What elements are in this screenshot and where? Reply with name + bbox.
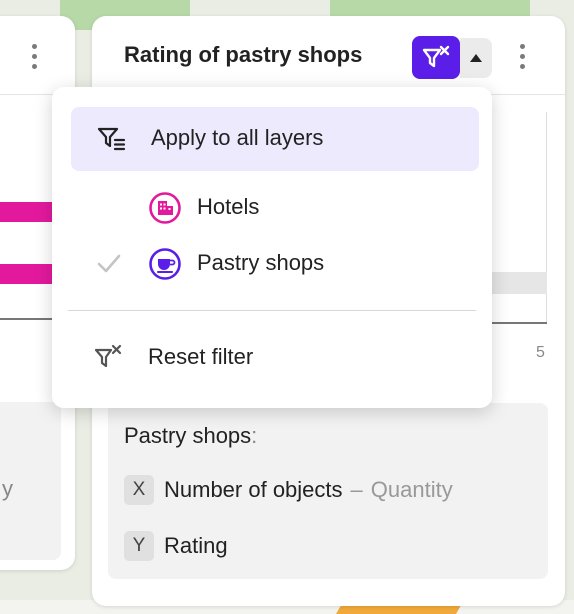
menu-item-label: Pastry shops bbox=[197, 250, 325, 275]
filter-remove-icon bbox=[94, 344, 122, 368]
check-icon bbox=[97, 254, 121, 273]
legend-panel: y bbox=[0, 402, 61, 560]
legend-layer-name: Pastry shops bbox=[124, 423, 252, 448]
menu-item-layer-hotels[interactable]: Hotels bbox=[52, 191, 492, 225]
x-axis-separator: – bbox=[350, 477, 363, 502]
filter-dropdown-toggle[interactable] bbox=[460, 38, 492, 78]
x-axis-label: Number of objects bbox=[164, 477, 343, 502]
y-axis-label: Rating bbox=[164, 533, 228, 558]
x-axis-aggregation: Quantity bbox=[370, 477, 453, 502]
hotel-icon bbox=[149, 192, 181, 224]
menu-item-reset-filter[interactable]: Reset filter bbox=[52, 342, 492, 376]
menu-item-label: Apply to all layers bbox=[151, 125, 324, 150]
legend-title: Pastry shops: bbox=[124, 423, 257, 449]
legend-colon: : bbox=[251, 423, 258, 448]
filter-remove-icon bbox=[422, 45, 450, 67]
x-axis-badge: X bbox=[124, 475, 154, 505]
chart-bar[interactable] bbox=[0, 264, 52, 284]
legend-x-row: X Number of objects – Quantity bbox=[124, 475, 453, 505]
chart-bar[interactable] bbox=[0, 202, 52, 222]
menu-item-label: Hotels bbox=[197, 194, 260, 219]
chart-x-axis bbox=[0, 318, 53, 320]
y-axis-badge: Y bbox=[124, 531, 154, 561]
legend-panel: Pastry shops: X Number of objects – Quan… bbox=[108, 403, 548, 579]
legend-text: y bbox=[2, 476, 13, 501]
dropdown-arrow-icon bbox=[470, 54, 482, 62]
filter-list-icon bbox=[97, 127, 126, 151]
menu-item-apply-all-layers[interactable]: Apply to all layers bbox=[71, 107, 479, 171]
kebab-menu-icon[interactable] bbox=[32, 44, 38, 69]
menu-divider bbox=[68, 310, 476, 311]
cup-icon bbox=[149, 248, 181, 280]
x-tick-label: 5 bbox=[536, 344, 545, 361]
legend-y-row: Y Rating bbox=[124, 531, 228, 561]
menu-item-label: Reset filter bbox=[148, 344, 254, 369]
filter-dropdown-menu: Apply to all layers Hotels Pastry shops bbox=[52, 87, 492, 408]
kebab-menu-icon[interactable] bbox=[520, 44, 526, 69]
filter-button[interactable] bbox=[412, 36, 460, 79]
menu-item-layer-pastry-shops[interactable]: Pastry shops bbox=[52, 247, 492, 281]
widget-title: Rating of pastry shops bbox=[124, 42, 363, 67]
